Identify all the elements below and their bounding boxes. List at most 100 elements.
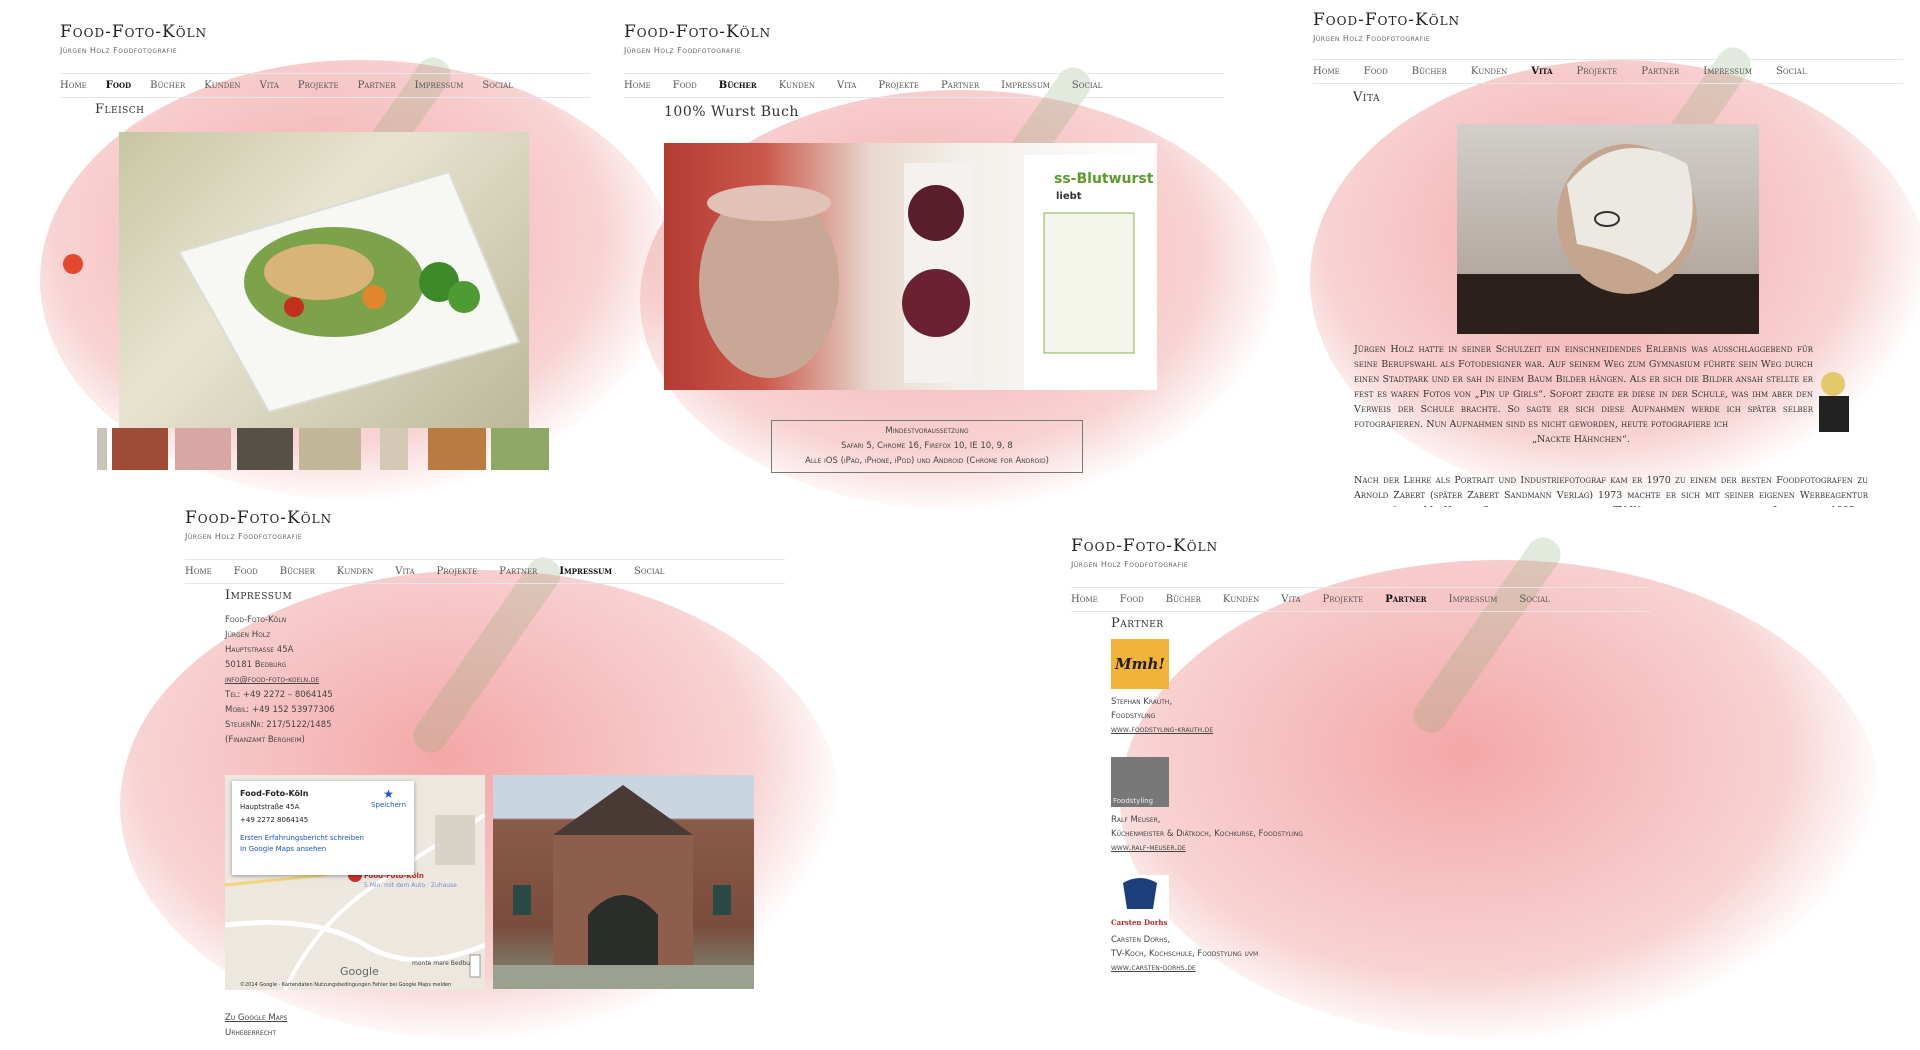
nav-home[interactable]: Home	[1071, 594, 1098, 605]
nav-buecher[interactable]: Bücher	[1412, 66, 1447, 77]
site-brand[interactable]: Food-Foto-Köln	[624, 22, 1224, 42]
partner-item: Foodstyling Ralf Meuser, Küchenmeister &…	[1111, 757, 1651, 855]
partner-logo[interactable]: Mmh!	[1111, 639, 1169, 689]
nav-food[interactable]: Food	[1120, 594, 1144, 605]
google-maps-link[interactable]: Zu Google Maps	[225, 1013, 287, 1023]
partner-description: Küchenmeister & Diätkoch, Kochkurse, Foo…	[1111, 829, 1303, 839]
partner-name: Ralf Meuser,	[1111, 815, 1161, 825]
partner-logo-text: Foodstyling	[1113, 797, 1154, 805]
nav-social[interactable]: Social	[1072, 80, 1102, 91]
nav-kunden[interactable]: Kunden	[204, 80, 240, 91]
map-nearby-label: monte mare Bedburg	[412, 960, 476, 967]
partner-logo[interactable]: Foodstyling	[1111, 757, 1169, 807]
partner-logo[interactable]: Carsten Dorhs	[1111, 875, 1169, 927]
nav-impressum[interactable]: Impressum	[415, 80, 464, 91]
map-open-link[interactable]: In Google Maps ansehen	[240, 845, 406, 853]
nav-vita[interactable]: Vita	[837, 80, 856, 91]
thumbnail[interactable]	[237, 428, 293, 470]
nav-partner[interactable]: Partner	[358, 80, 396, 91]
main-nav: Home Food Bücher Kunden Vita Projekte Pa…	[624, 73, 1224, 98]
thumbnail[interactable]	[380, 428, 408, 470]
partner-url[interactable]: www.carsten-dorhs.de	[1111, 963, 1196, 973]
nav-food[interactable]: Food	[106, 80, 131, 91]
contact-line: Tel: +49 2272 – 8064145	[225, 690, 333, 700]
map-save-button[interactable]: ★ Speichern	[371, 787, 406, 809]
nav-home[interactable]: Home	[1313, 66, 1340, 77]
nav-food[interactable]: Food	[234, 566, 258, 577]
requirements-box: Mindestvoraussetzung Safari 5, Chrome 16…	[771, 420, 1083, 473]
site-tagline: Jürgen Holz Foodfotografie	[624, 46, 742, 55]
site-brand[interactable]: Food-Foto-Köln	[1313, 10, 1903, 30]
nav-buecher[interactable]: Bücher	[150, 80, 185, 91]
food-main-photo[interactable]	[119, 132, 529, 428]
nav-projekte[interactable]: Projekte	[1323, 594, 1364, 605]
nav-vita[interactable]: Vita	[1281, 594, 1300, 605]
nav-home[interactable]: Home	[185, 566, 212, 577]
nav-kunden[interactable]: Kunden	[1471, 66, 1507, 77]
nav-buecher[interactable]: Bücher	[1166, 594, 1201, 605]
nav-projekte[interactable]: Projekte	[298, 80, 339, 91]
partner-url[interactable]: www.ralf-meuser.de	[1111, 843, 1186, 853]
impressum-address: Food-Foto-Köln Jürgen Holz Hauptstrasse …	[225, 613, 785, 748]
nav-social[interactable]: Social	[482, 80, 512, 91]
thumbnail[interactable]	[299, 428, 361, 470]
map-pin-sublabel: 5 Min. mit dem Auto · Zuhause	[364, 882, 457, 889]
nav-social[interactable]: Social	[1776, 66, 1806, 77]
partner-name: Stephan Krauth,	[1111, 697, 1173, 707]
partner-logo-text: Carsten Dorhs	[1111, 918, 1168, 927]
nav-home[interactable]: Home	[60, 80, 87, 91]
vita-paragraph-1: Jürgen Holz hatte in seiner Schulzeit ei…	[1354, 344, 1813, 430]
nav-partner[interactable]: Partner	[499, 566, 537, 577]
thumbnail[interactable]	[428, 428, 486, 470]
partner-url[interactable]: www.foodstyling-krauth.de	[1111, 725, 1213, 735]
nav-vita[interactable]: Vita	[395, 566, 414, 577]
nav-social[interactable]: Social	[634, 566, 664, 577]
nav-vita[interactable]: Vita	[260, 80, 279, 91]
address-line: Hauptstrasse 45A	[225, 645, 294, 655]
nav-projekte[interactable]: Projekte	[878, 80, 919, 91]
tomato-sidebar-icon[interactable]	[63, 254, 83, 274]
thumbnail[interactable]	[175, 428, 231, 470]
nav-kunden[interactable]: Kunden	[779, 80, 815, 91]
partner-item: Carsten Dorhs Carsten Dorhs, TV-Koch, Ko…	[1111, 875, 1651, 975]
thumbnail[interactable]	[112, 428, 168, 470]
thumbnail[interactable]	[491, 428, 549, 470]
nav-food[interactable]: Food	[673, 80, 697, 91]
contact-line: Mobil: +49 152 53977306	[225, 705, 335, 715]
nav-food[interactable]: Food	[1364, 66, 1388, 77]
nav-impressum[interactable]: Impressum	[559, 566, 612, 577]
nav-home[interactable]: Home	[624, 80, 651, 91]
site-brand[interactable]: Food-Foto-Köln	[60, 22, 590, 42]
map-copyright: ©2014 Google · Kartendaten Nutzungsbedin…	[240, 981, 451, 988]
nav-vita[interactable]: Vita	[1531, 66, 1552, 77]
site-brand[interactable]: Food-Foto-Köln	[1071, 536, 1651, 556]
nav-partner[interactable]: Partner	[1385, 594, 1426, 605]
nav-buecher[interactable]: Bücher	[280, 566, 315, 577]
partner-page-panel: Food-Foto-Köln Jürgen Holz Foodfotografi…	[1071, 536, 1651, 975]
map-review-link[interactable]: Ersten Erfahrungsbericht schreiben	[240, 834, 406, 842]
contact-line: (Finanzamt Bergheim)	[225, 735, 305, 745]
requirements-line-1: Safari 5, Chrome 16, Firefox 10, IE 10, …	[841, 441, 1013, 451]
nav-projekte[interactable]: Projekte	[437, 566, 478, 577]
thumbnail[interactable]	[97, 428, 107, 470]
nav-kunden[interactable]: Kunden	[1223, 594, 1259, 605]
nav-buecher[interactable]: Bücher	[719, 80, 757, 91]
nav-impressum[interactable]: Impressum	[1703, 66, 1752, 77]
copyright-label: Urheberrecht	[225, 1028, 277, 1038]
partner-name: Carsten Dorhs,	[1111, 935, 1171, 945]
chef-hat-icon	[1123, 878, 1157, 909]
nav-kunden[interactable]: Kunden	[337, 566, 373, 577]
book-cover-image[interactable]: ss-Blutwurst liebt	[664, 143, 1157, 390]
nav-partner[interactable]: Partner	[941, 80, 979, 91]
nav-impressum[interactable]: Impressum	[1001, 80, 1050, 91]
nav-social[interactable]: Social	[1519, 594, 1549, 605]
nav-impressum[interactable]: Impressum	[1449, 594, 1498, 605]
book-section-title: 100% Wurst Buch	[664, 104, 799, 120]
nav-partner[interactable]: Partner	[1641, 66, 1679, 77]
email-link[interactable]: info@food-foto-koeln.de	[225, 675, 319, 685]
address-line: Food-Foto-Köln	[225, 615, 287, 625]
site-brand[interactable]: Food-Foto-Köln	[185, 508, 785, 528]
address-line: 50181 Bedburg	[225, 660, 287, 670]
building-photo	[493, 775, 754, 989]
nav-projekte[interactable]: Projekte	[1577, 66, 1618, 77]
